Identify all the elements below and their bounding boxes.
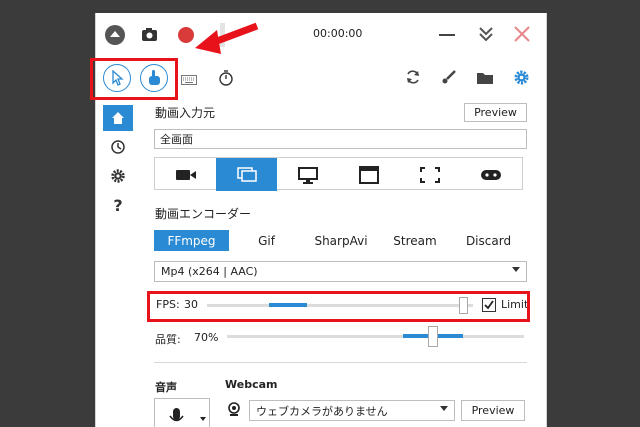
double-chevron-down-icon [479, 27, 493, 42]
monitor-icon [297, 166, 318, 184]
screenshot-button[interactable] [140, 26, 160, 44]
collapse-down-button[interactable] [477, 25, 495, 43]
encoder-tab-discard[interactable]: Discard [452, 230, 525, 251]
folder-icon [477, 73, 493, 84]
folder-button[interactable] [476, 70, 494, 84]
video-camera-icon [175, 169, 196, 180]
fps-highlight-box [147, 291, 530, 322]
encoder-tab-ffmpeg[interactable]: FFmpeg [154, 230, 229, 251]
quality-slider[interactable] [227, 326, 524, 348]
gear-icon [111, 169, 125, 183]
camera-icon [142, 28, 157, 41]
close-icon [514, 26, 530, 42]
format-select-value: Mp4 (x264 | AAC) [161, 265, 258, 278]
divider [154, 362, 527, 363]
encoder-tabs: FFmpeg Gif SharpAvi Stream Discard [154, 230, 525, 251]
source-tab-region[interactable] [399, 158, 460, 191]
quality-value: 70% [194, 331, 219, 344]
microphone-icon [169, 408, 206, 422]
settings-button[interactable] [513, 69, 530, 86]
source-tab-screen[interactable] [216, 158, 277, 191]
source-tab-game[interactable] [460, 158, 522, 191]
sidebar-item-home[interactable] [103, 105, 133, 131]
source-tab-camera[interactable] [155, 158, 216, 191]
keyboard-tool-button[interactable] [181, 71, 197, 85]
quality-label: 品質: [155, 333, 181, 346]
encoder-tab-gif[interactable]: Gif [229, 230, 304, 251]
source-preview-button[interactable]: Preview [464, 103, 527, 122]
fullscreen-icon [419, 166, 440, 183]
webcam-icon [227, 402, 241, 418]
sidebar-item-settings[interactable] [103, 163, 133, 189]
source-tab-monitor[interactable] [277, 158, 338, 191]
video-source-label: 動画入力元 [155, 106, 216, 120]
audio-label: 音声 [155, 381, 177, 394]
chevron-down-icon [512, 267, 520, 272]
refresh-button[interactable] [405, 69, 421, 85]
webcam-label: Webcam [225, 378, 278, 391]
source-input[interactable]: 全画面 [154, 129, 527, 149]
record-button[interactable] [178, 27, 194, 43]
source-tab-window[interactable] [338, 158, 399, 191]
gamepad-icon [481, 169, 501, 180]
encoder-tab-stream[interactable]: Stream [378, 230, 452, 251]
timer-display: 00:00:00 [313, 27, 363, 40]
chevron-down-icon [440, 406, 448, 411]
screens-icon [236, 166, 257, 182]
webcam-select[interactable]: ウェブカメラがありません [249, 400, 455, 421]
red-arrow-icon [195, 22, 259, 54]
window-icon [358, 165, 379, 184]
close-button[interactable] [513, 25, 531, 43]
source-input-value: 全画面 [160, 133, 193, 146]
stopwatch-icon [219, 70, 233, 86]
webcam-preview-button[interactable]: Preview [461, 400, 525, 421]
refresh-icon [407, 70, 419, 84]
sidebar-item-history[interactable] [103, 134, 133, 160]
encoder-tab-sharpavi[interactable]: SharpAvi [304, 230, 378, 251]
webcam-select-value: ウェブカメラがありません [256, 404, 388, 418]
quality-slider-thumb[interactable] [428, 326, 438, 347]
quality-slider-track [227, 335, 524, 338]
sidebar-item-help[interactable]: ? [103, 192, 133, 218]
brush-icon [442, 70, 456, 84]
gear-icon [514, 70, 529, 85]
minimize-button[interactable] [439, 34, 455, 36]
draw-button[interactable] [441, 69, 457, 85]
collapse-icon[interactable] [105, 25, 125, 45]
microphone-dropdown[interactable] [154, 398, 210, 427]
video-encoder-label: 動画エンコーダー [155, 207, 252, 221]
home-icon [112, 112, 124, 124]
keyboard-icon [181, 75, 197, 85]
history-icon [111, 140, 125, 154]
toolbar-highlight-box [90, 58, 178, 100]
source-tabs [154, 157, 523, 191]
timer-tool-button[interactable] [218, 69, 234, 87]
format-select[interactable]: Mp4 (x264 | AAC) [154, 261, 527, 282]
